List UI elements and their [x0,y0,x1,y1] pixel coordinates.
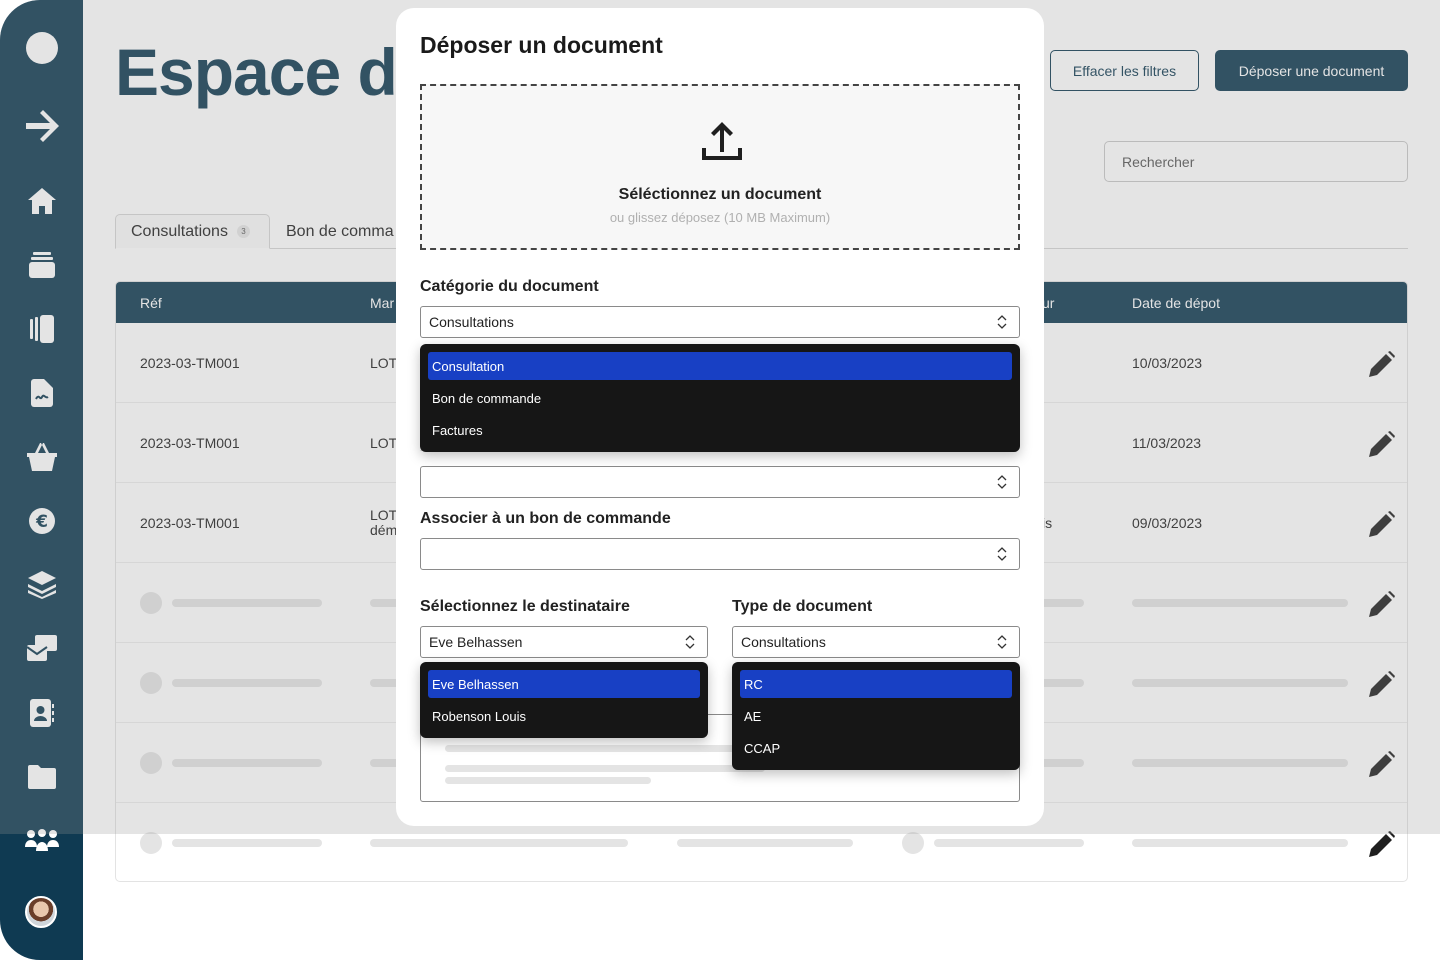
recipient-option[interactable]: Eve Belhassen [428,670,700,698]
category-select[interactable]: Consultations [420,306,1020,338]
skeleton-placeholder [445,777,651,784]
modal-title: Déposer un document [420,32,663,58]
select-chevron-icon [997,547,1007,561]
recipient-option[interactable]: Robenson Louis [428,702,700,730]
category-option-consultation[interactable]: Consultation [428,352,1012,380]
recipient-dropdown-menu: Eve Belhassen Robenson Louis [420,662,708,738]
category-label: Catégorie du document [420,278,599,295]
category-select-value: Consultations [429,314,514,330]
doctype-select-value: Consultations [741,634,826,650]
skeleton-placeholder [140,832,162,854]
file-dropzone[interactable]: Séléctionnez un document ou glissez dépo… [420,84,1020,250]
select-chevron-icon [997,475,1007,489]
skeleton-placeholder [1132,839,1348,847]
upload-modal: Déposer un document Séléctionnez un docu… [396,8,1044,826]
category-option-bon-de-commande[interactable]: Bon de commande [428,384,1012,412]
doctype-option-ccap[interactable]: CCAP [740,734,1012,762]
user-avatar[interactable] [25,896,57,928]
recipient-label: Sélectionnez le destinataire [420,598,630,615]
select-chevron-icon [685,635,695,649]
doctype-label: Type de document [732,598,873,615]
edit-pencil-icon[interactable] [1369,831,1395,857]
category-option-factures[interactable]: Factures [428,416,1012,444]
skeleton-placeholder [445,765,765,772]
recipient-select-value: Eve Belhassen [429,634,523,650]
skeleton-placeholder [370,839,628,847]
doctype-option-ae[interactable]: AE [740,702,1012,730]
amendment-select[interactable] [420,466,1020,498]
order-select[interactable] [420,538,1020,570]
select-chevron-icon [997,315,1007,329]
upload-icon [700,120,744,164]
doctype-dropdown-menu: RC AE CCAP [732,662,1020,770]
skeleton-placeholder [902,832,924,854]
skeleton-placeholder [172,839,322,847]
select-chevron-icon [997,635,1007,649]
recipient-select[interactable]: Eve Belhassen [420,626,708,658]
order-label: Associer à un bon de commande [420,510,671,527]
category-dropdown-menu: Consultation Bon de commande Factures [420,344,1020,452]
skeleton-placeholder [677,839,853,847]
skeleton-placeholder [934,839,1084,847]
dropzone-title: Séléctionnez un document [618,186,822,203]
dropzone-hint: ou glissez déposez (10 MB Maximum) [609,210,831,225]
doctype-select[interactable]: Consultations [732,626,1020,658]
doctype-option-rc[interactable]: RC [740,670,1012,698]
